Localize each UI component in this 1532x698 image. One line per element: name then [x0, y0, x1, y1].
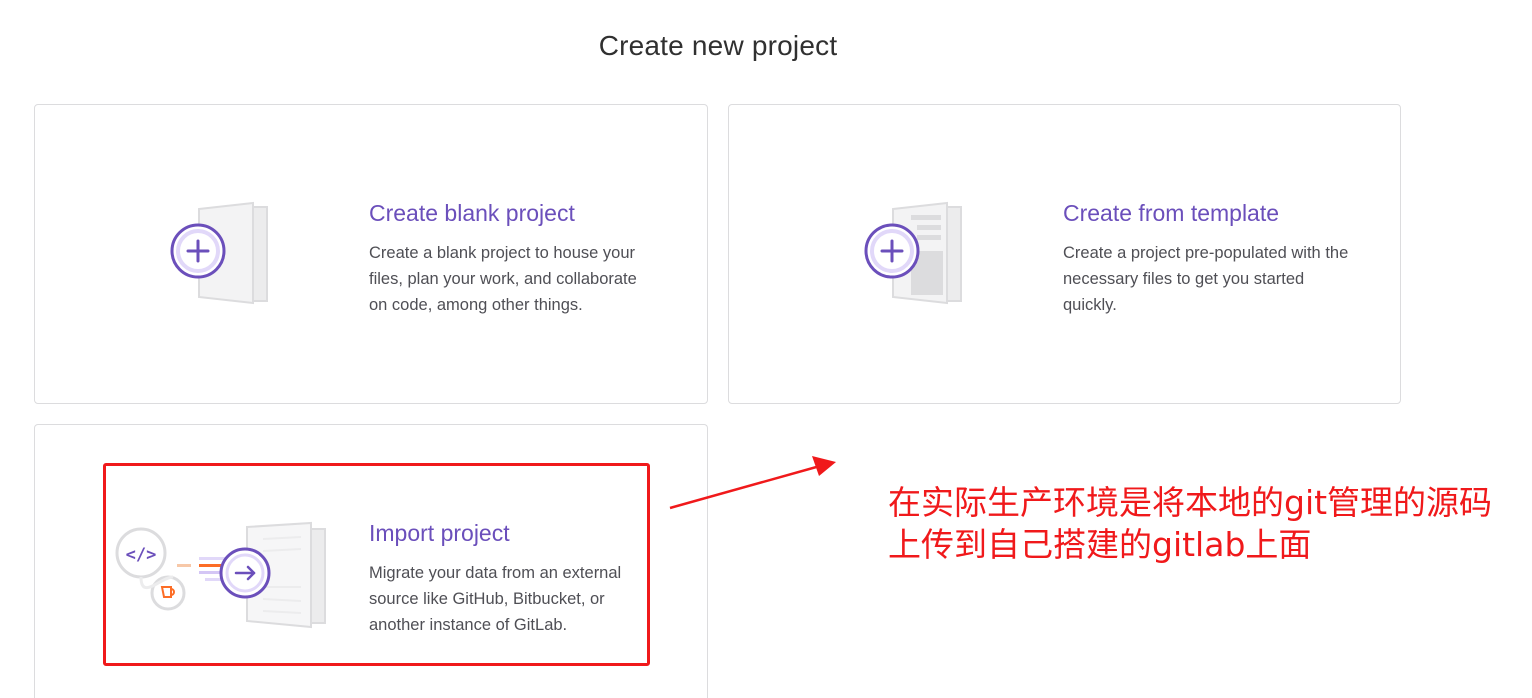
create-blank-project-card[interactable]: Create blank project Create a blank proj…: [34, 104, 708, 404]
card-description: Create a project pre-populated with the …: [1063, 244, 1349, 314]
blank-project-icon: [170, 201, 268, 305]
card-title[interactable]: Create blank project: [369, 199, 659, 227]
annotation-line-2: 上传到自己搭建的gitlab上面: [888, 525, 1312, 564]
annotation-text: 在实际生产环境是将本地的git管理的源码 上传到自己搭建的gitlab上面: [888, 482, 1518, 566]
annotation-arrow: [669, 456, 836, 510]
page-title: Create new project: [598, 30, 838, 61]
annotation-highlight-box: [103, 463, 650, 666]
annotation-line-1: 在实际生产环境是将本地的git管理的源码: [888, 483, 1493, 522]
create-from-template-card[interactable]: Create from template Create a project pr…: [728, 104, 1401, 404]
card-title[interactable]: Create from template: [1063, 199, 1353, 227]
template-project-icon: [864, 201, 962, 305]
card-description: Create a blank project to house your fil…: [369, 244, 637, 314]
